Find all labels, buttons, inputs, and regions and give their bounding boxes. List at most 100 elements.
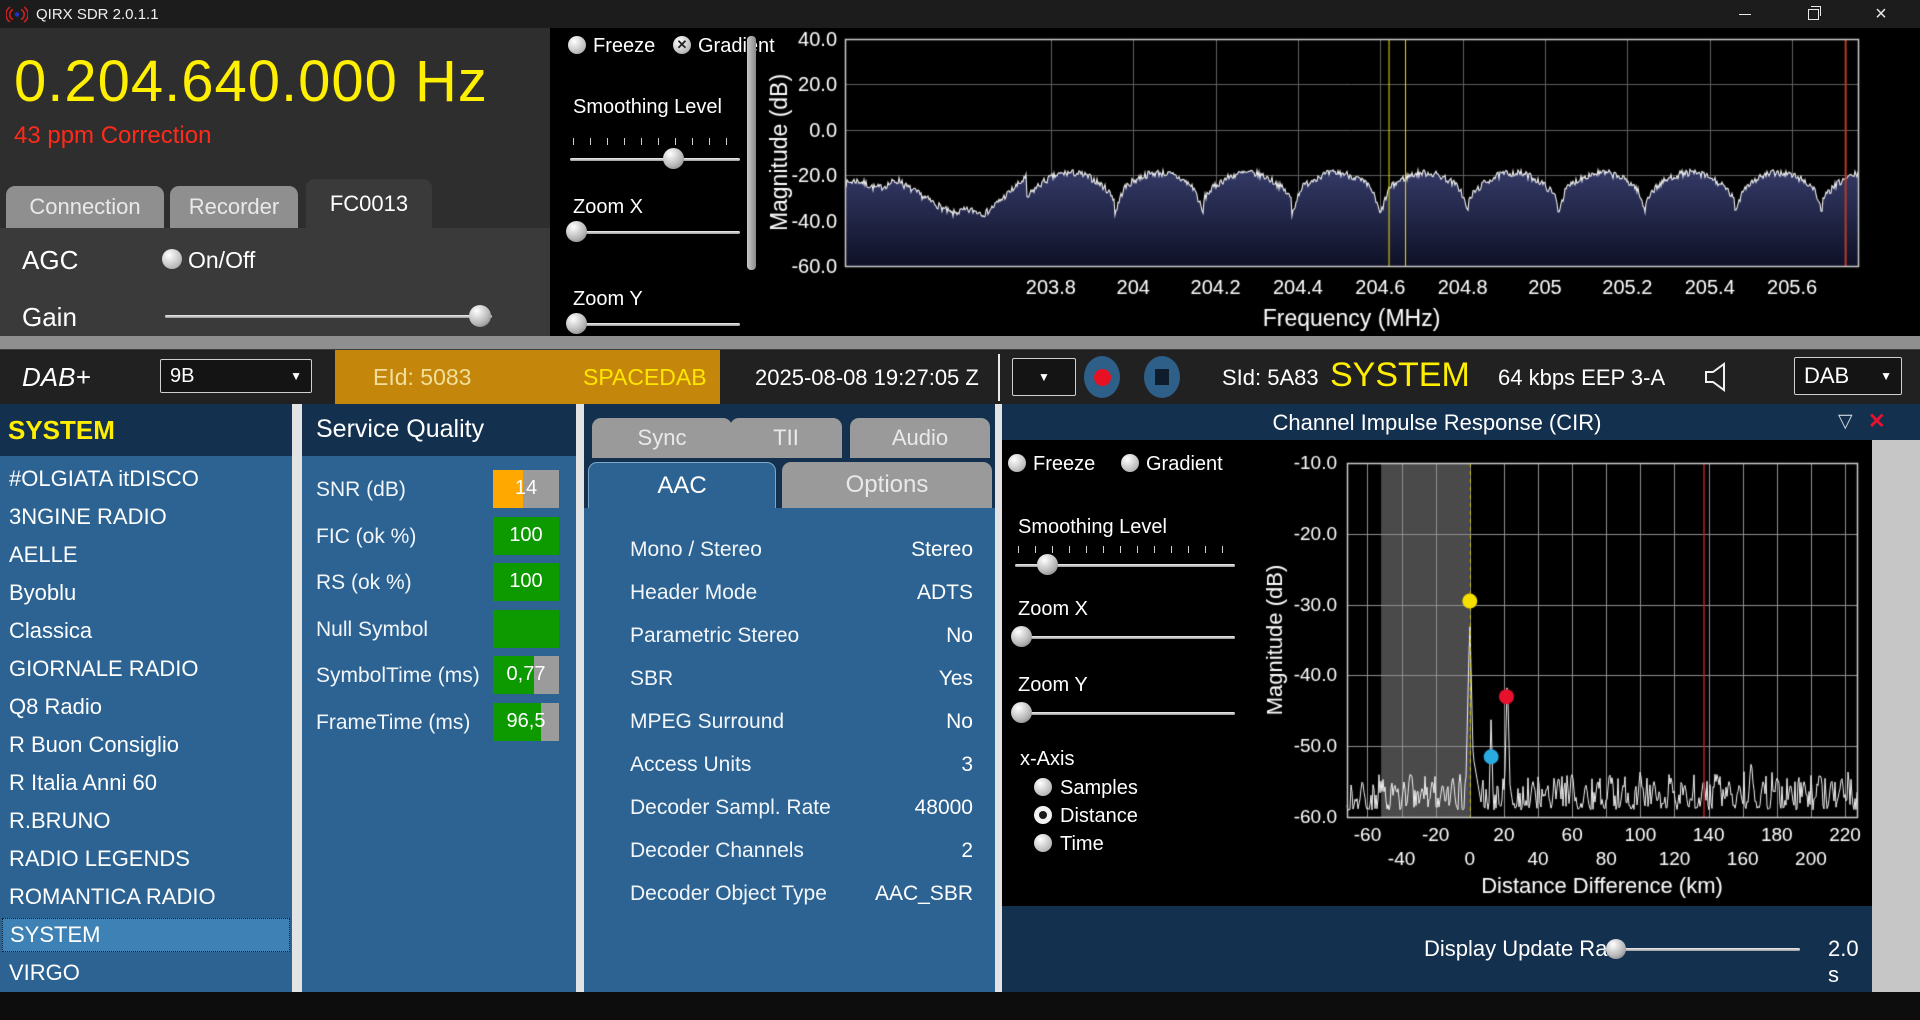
service-list-item[interactable]: Q8 Radio: [2, 690, 290, 724]
cir-gradient-radio[interactable]: [1121, 454, 1139, 472]
service-list-item[interactable]: R Buon Consiglio: [2, 728, 290, 762]
ensemble-id-block: EId: 5083 SPACEDAB: [335, 350, 720, 405]
ensemble-name: SPACEDAB: [583, 364, 707, 391]
cir-xaxis-radio-time[interactable]: [1034, 834, 1052, 852]
agc-radio[interactable]: [162, 249, 182, 269]
decoder-row-value: AAC_SBR: [875, 882, 973, 906]
decoder-row-value: Yes: [939, 667, 973, 691]
cir-xaxis-radio-samples[interactable]: [1034, 778, 1052, 796]
spectrum-zoomy-label: Zoom Y: [573, 288, 643, 311]
tab-options[interactable]: Options: [782, 462, 992, 508]
service-list-item[interactable]: Classica: [2, 614, 290, 648]
record-icon: [1094, 369, 1111, 386]
spectrum-controls-scrollbar[interactable]: [747, 36, 756, 270]
minimize-icon: [1739, 14, 1751, 15]
ensemble-eid: EId: 5083: [373, 364, 471, 391]
app-icon: [6, 6, 28, 23]
service-list-item[interactable]: GIORNALE RADIO: [2, 652, 290, 686]
display-update-thumb[interactable]: [1606, 939, 1626, 959]
decoder-row-label: Header Mode: [630, 581, 757, 605]
display-update-label: Display Update Rate: [1424, 936, 1626, 962]
cir-xaxis-radio-distance[interactable]: [1034, 806, 1052, 824]
spectrum-smoothing-slider[interactable]: [570, 158, 740, 161]
decoder-row-label: MPEG Surround: [630, 710, 784, 734]
decoder-row-value: No: [946, 624, 973, 648]
cir-close-icon[interactable]: ✕: [1868, 409, 1886, 434]
rf-spectrum-plot[interactable]: [757, 28, 1920, 336]
output-mode-combo[interactable]: DAB ▼: [1794, 357, 1902, 395]
service-list-item[interactable]: VIRGO: [2, 956, 290, 990]
cir-zoomx-thumb[interactable]: [1011, 626, 1032, 647]
tab-connection[interactable]: Connection: [6, 186, 164, 228]
ppm-correction-label: 43 ppm Correction: [14, 122, 211, 150]
tab-sync[interactable]: Sync: [592, 418, 732, 458]
cir-plot[interactable]: [1240, 440, 1872, 906]
service-quality-panel: SNR (dB)14FIC (ok %)100RS (ok %)100Null …: [302, 456, 576, 992]
tab-audio[interactable]: Audio: [850, 418, 990, 458]
display-update-band: Display Update Rate 2.0 s: [1002, 906, 1872, 992]
spectrum-freeze-radio[interactable]: [568, 36, 586, 54]
channel-value: 9B: [170, 365, 194, 388]
record-options-dropdown[interactable]: ▼: [1012, 358, 1076, 396]
service-list-item[interactable]: R Italia Anni 60: [2, 766, 290, 800]
quality-row-label: RS (ok %): [316, 571, 412, 595]
service-list-item[interactable]: Byoblu: [2, 576, 290, 610]
window-title: QIRX SDR 2.0.1.1: [36, 6, 159, 23]
spectrum-freeze-label: Freeze: [593, 35, 655, 58]
service-list-item[interactable]: AELLE: [2, 538, 290, 572]
service-list-item[interactable]: R.BRUNO: [2, 804, 290, 838]
tab-recorder[interactable]: Recorder: [170, 186, 298, 228]
service-list-scrollbar[interactable]: [292, 404, 302, 992]
panel-divider: [995, 404, 1002, 992]
service-list: #OLGIATA itDISCO 3NGINE RADIO AELLE Byoblu C…: [0, 456, 292, 992]
panel-divider: [576, 404, 584, 992]
bar-separator: [998, 354, 1000, 401]
spectrum-zoomx-slider[interactable]: [570, 231, 740, 234]
close-icon: ×: [1875, 3, 1887, 26]
cir-smoothing-thumb[interactable]: [1037, 554, 1058, 575]
quality-bar: 96,5: [493, 703, 559, 741]
frequency-display[interactable]: 0.204.640.000 Hz: [14, 48, 488, 115]
decoder-row-value: ADTS: [917, 581, 973, 605]
chevron-down-icon: ▼: [1038, 370, 1050, 384]
cir-freeze-radio[interactable]: [1008, 454, 1026, 472]
agc-label: AGC: [22, 245, 78, 276]
spectrum-smoothing-thumb[interactable]: [663, 148, 684, 169]
quality-row-label: SNR (dB): [316, 478, 406, 502]
tab-fc0013[interactable]: FC0013: [306, 179, 432, 228]
spectrum-zoomy-slider[interactable]: [570, 323, 740, 326]
tab-tii[interactable]: TII: [730, 418, 842, 458]
cir-xaxis-option-label: Time: [1060, 833, 1104, 856]
minimize-button[interactable]: [1720, 0, 1770, 28]
gain-slider[interactable]: [165, 315, 492, 318]
gain-slider-thumb[interactable]: [469, 305, 491, 327]
speaker-icon[interactable]: [1700, 360, 1734, 394]
tab-aac[interactable]: AAC: [588, 462, 776, 509]
service-list-item[interactable]: ROMANTICA RADIO: [2, 880, 290, 914]
quality-bar: 14: [493, 470, 559, 508]
service-list-item[interactable]: #OLGIATA itDISCO: [2, 462, 290, 496]
cir-zoomy-slider[interactable]: [1015, 712, 1235, 715]
maximize-button[interactable]: [1788, 0, 1838, 28]
display-update-value: 2.0 s: [1828, 936, 1872, 988]
service-list-item[interactable]: RADIO LEGENDS: [2, 842, 290, 876]
spectrum-zoomy-thumb[interactable]: [566, 313, 587, 334]
stop-button[interactable]: [1144, 356, 1180, 398]
quality-bar-value: 96,5: [493, 710, 559, 733]
service-list-item[interactable]: 3NGINE RADIO: [2, 500, 290, 534]
record-button[interactable]: [1084, 356, 1120, 398]
display-update-slider[interactable]: [1604, 948, 1800, 951]
spectrum-zoomx-thumb[interactable]: [566, 221, 587, 242]
cir-zoomy-thumb[interactable]: [1011, 702, 1032, 723]
cir-zoomx-slider[interactable]: [1015, 636, 1235, 639]
quality-bar-value: 14: [493, 477, 559, 500]
spectrum-smoothing-ticks: [573, 138, 739, 145]
restore-icon: [1808, 9, 1819, 20]
close-button[interactable]: ×: [1856, 0, 1906, 28]
spectrum-gradient-toggle-icon[interactable]: ✕: [673, 36, 691, 54]
collapse-triangle-icon[interactable]: ▽: [1838, 410, 1853, 433]
title-bar: QIRX SDR 2.0.1.1 ×: [0, 0, 1920, 28]
horizontal-splitter[interactable]: [0, 336, 1920, 349]
service-list-item[interactable]: SYSTEM: [2, 918, 290, 952]
channel-combo[interactable]: 9B ▼: [160, 359, 312, 393]
